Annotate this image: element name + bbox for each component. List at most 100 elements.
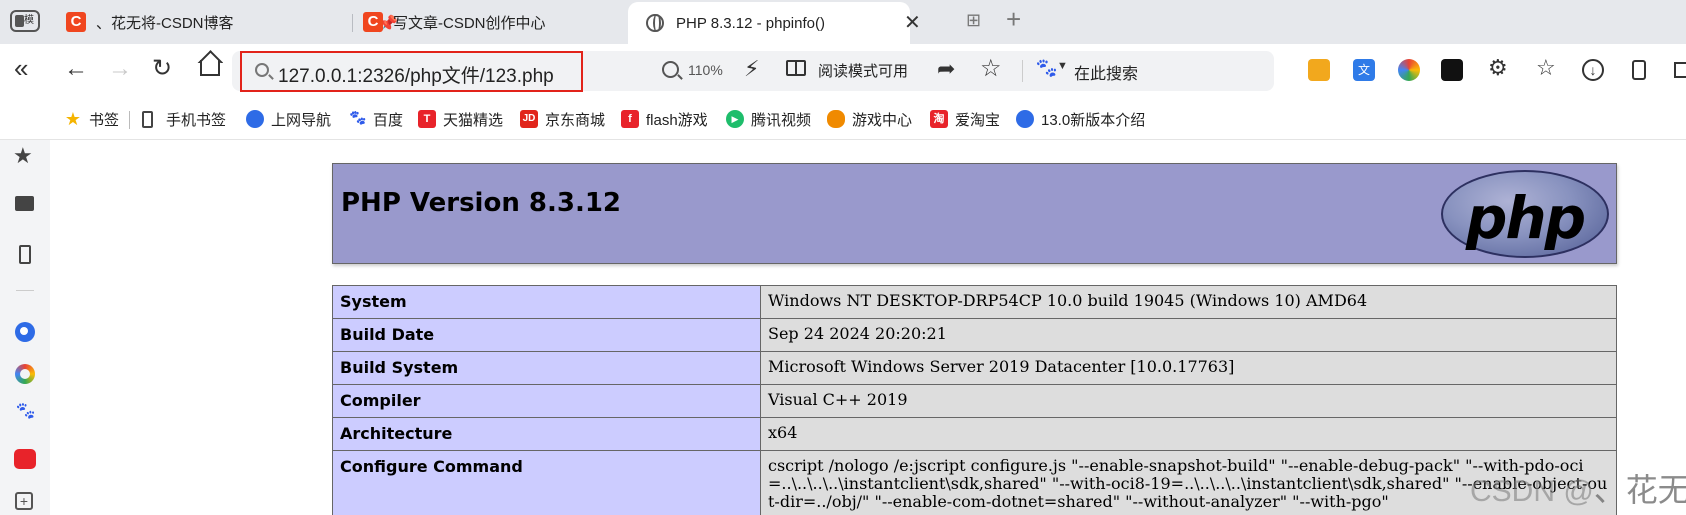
star-icon: ★ <box>64 109 82 129</box>
bookmark-item[interactable]: ▶ 腾讯视频 <box>726 108 811 130</box>
more-icon[interactable] <box>1674 62 1686 78</box>
row-key: Build Date <box>332 318 761 352</box>
bookmark-label: 天猫精选 <box>443 111 504 129</box>
bookmark-item[interactable]: JD 京东商城 <box>520 108 605 130</box>
watermark-prefix: CSDN @ <box>1470 475 1594 508</box>
sidebar-q-browser-icon[interactable] <box>15 322 35 342</box>
bookmark-item[interactable]: 手机书签 <box>142 108 226 130</box>
taobao-icon: 淘 <box>930 110 948 128</box>
tab-title: PHP 8.3.12 - phpinfo() <box>676 14 825 32</box>
sidebar-favorites-star-icon[interactable]: ★ <box>13 143 33 168</box>
table-row: Architecture x64 <box>332 417 1617 451</box>
zoom-icon[interactable] <box>662 61 679 78</box>
bookmarks-bar: ★ 书签 手机书签 上网导航 🐾︎ 百度 T 天猫精选 JD 京东商城 f fl… <box>0 98 1686 140</box>
bookmark-label: 13.0新版本介绍 <box>1041 111 1146 129</box>
sidebar-folder-icon[interactable] <box>15 196 34 211</box>
bookmark-item[interactable]: 游戏中心 <box>827 108 912 130</box>
url-text: 127.0.0.1:2326/php文件/123.php <box>278 66 554 87</box>
bookmark-item[interactable]: T 天猫精选 <box>418 108 503 130</box>
reload-icon[interactable]: ↻ <box>152 55 172 83</box>
tab-divider <box>352 14 353 32</box>
lightning-icon[interactable]: ⚡︎ <box>744 56 759 82</box>
php-logo-text: php <box>1465 184 1586 252</box>
search-icon <box>255 63 269 77</box>
bookmark-item[interactable]: 🐾︎ 百度 <box>348 108 403 130</box>
sidebar-ring-icon[interactable] <box>15 364 35 384</box>
extensions-puzzle-icon[interactable]: ⚙ <box>1488 55 1508 81</box>
csdn-watermark: CSDN @、花无将 <box>1470 465 1686 511</box>
new-tab-plus-icon[interactable]: + <box>1006 4 1021 35</box>
table-row: Build Date Sep 24 2024 20:20:21 <box>332 318 1617 352</box>
jd-icon: JD <box>520 110 538 128</box>
baidu-paw-icon[interactable]: 🐾︎ <box>1034 56 1059 81</box>
add-bookmark-star-icon[interactable]: ☆ <box>980 54 1002 83</box>
translate-extension-icon[interactable]: 文 <box>1353 59 1375 81</box>
watermark-name: 、花无将 <box>1593 472 1686 508</box>
php-logo: php <box>1441 170 1609 258</box>
row-value: Windows NT DESKTOP-DRP54CP 10.0 build 19… <box>760 285 1617 319</box>
tmall-icon: T <box>418 110 436 128</box>
chevron-down-icon[interactable]: ▼ <box>1057 60 1068 72</box>
video-icon: ▶ <box>726 110 744 128</box>
forward-arrow-icon[interactable]: → <box>108 55 132 83</box>
row-key: System <box>332 285 761 319</box>
close-tab-icon[interactable]: ✕ <box>904 10 921 35</box>
tab-csdn-editor[interactable]: C 写文章-CSDN创作中心 <box>363 2 623 42</box>
sidebar-add-icon[interactable]: + <box>15 492 33 510</box>
row-value: Microsoft Windows Server 2019 Datacenter… <box>760 351 1617 385</box>
sidebar-phone-icon[interactable] <box>19 245 31 264</box>
tab-title: 写文章-CSDN创作中心 <box>393 14 546 32</box>
zoom-level[interactable]: 110% <box>688 62 723 78</box>
paw-icon: 🐾︎ <box>348 110 368 127</box>
ai-assistant-extension-icon[interactable] <box>1398 59 1420 81</box>
tab-title: 、花无将-CSDN博客 <box>96 14 234 32</box>
tab-phpinfo-active[interactable]: PHP 8.3.12 - phpinfo() <box>628 2 910 44</box>
row-value: Sep 24 2024 20:20:21 <box>760 318 1617 352</box>
bookmark-label: 爱淘宝 <box>955 111 1001 129</box>
reader-mode-label[interactable]: 阅读模式可用 <box>818 60 908 81</box>
download-icon[interactable]: ↓ <box>1582 59 1604 81</box>
folder-sync-extension-icon[interactable] <box>1308 59 1330 81</box>
bookmark-item[interactable]: 淘 爱淘宝 <box>930 108 1000 130</box>
sidebar-divider <box>16 290 34 291</box>
csdn-favicon-icon: C <box>66 12 86 32</box>
tab-csdn-blog[interactable]: C 、花无将-CSDN博客 📌 <box>66 2 398 42</box>
reader-mode-icon[interactable] <box>786 60 806 76</box>
bookmark-label: flash游戏 <box>646 111 708 129</box>
row-key: Configure Command <box>332 450 761 515</box>
collapse-sidebar-icon[interactable]: « <box>14 54 28 82</box>
mobile-icon[interactable] <box>1632 60 1646 80</box>
tab-groups-icon[interactable]: ⊞ <box>966 10 981 31</box>
bookmark-label: 手机书签 <box>166 111 227 129</box>
bookmark-item[interactable]: 13.0新版本介绍 <box>1016 108 1145 130</box>
table-row: Build System Microsoft Windows Server 201… <box>332 351 1617 385</box>
bookmark-label: 京东商城 <box>545 111 606 129</box>
gamepad-icon <box>827 110 845 128</box>
tab-menu-button[interactable]: 模 <box>10 10 40 32</box>
table-row: Configure Command cscript /nologo /e:jscr… <box>332 450 1617 515</box>
address-divider <box>1022 60 1023 82</box>
search-engine-input[interactable]: 在此搜索 <box>1074 60 1138 84</box>
row-key: Build System <box>332 351 761 385</box>
table-row: Compiler Visual C++ 2019 <box>332 384 1617 418</box>
bookmark-item[interactable]: 上网导航 <box>246 108 331 130</box>
tab-strip: 模 C 、花无将-CSDN博客 📌 C 写文章-CSDN创作中心 PHP 8.3… <box>0 0 1686 44</box>
row-value: x64 <box>760 417 1617 451</box>
globe-icon <box>646 14 664 32</box>
sidebar-app-icon[interactable] <box>14 449 36 469</box>
bookmark-label: 上网导航 <box>271 111 332 129</box>
q-icon <box>1016 110 1034 128</box>
bookmark-label: 百度 <box>373 111 404 129</box>
csdn-favicon-icon: C <box>363 12 383 32</box>
phpinfo-table: System Windows NT DESKTOP-DRP54CP 10.0 bu… <box>332 285 1617 515</box>
bookmark-item[interactable]: ★ 书签 <box>64 108 119 130</box>
back-arrow-icon[interactable]: ← <box>64 55 88 83</box>
screenshot-extension-icon[interactable] <box>1441 59 1463 81</box>
row-value: Visual C++ 2019 <box>760 384 1617 418</box>
share-arrow-icon[interactable]: ➦ <box>937 56 955 82</box>
sidebar-baidu-paw-icon[interactable]: 🐾︎ <box>14 401 37 421</box>
home-icon-body[interactable] <box>200 60 220 76</box>
url-input[interactable]: 127.0.0.1:2326/php文件/123.php <box>240 51 583 92</box>
bookmark-item[interactable]: f flash游戏 <box>621 108 708 130</box>
favorites-star-icon[interactable]: ☆ <box>1536 55 1556 81</box>
